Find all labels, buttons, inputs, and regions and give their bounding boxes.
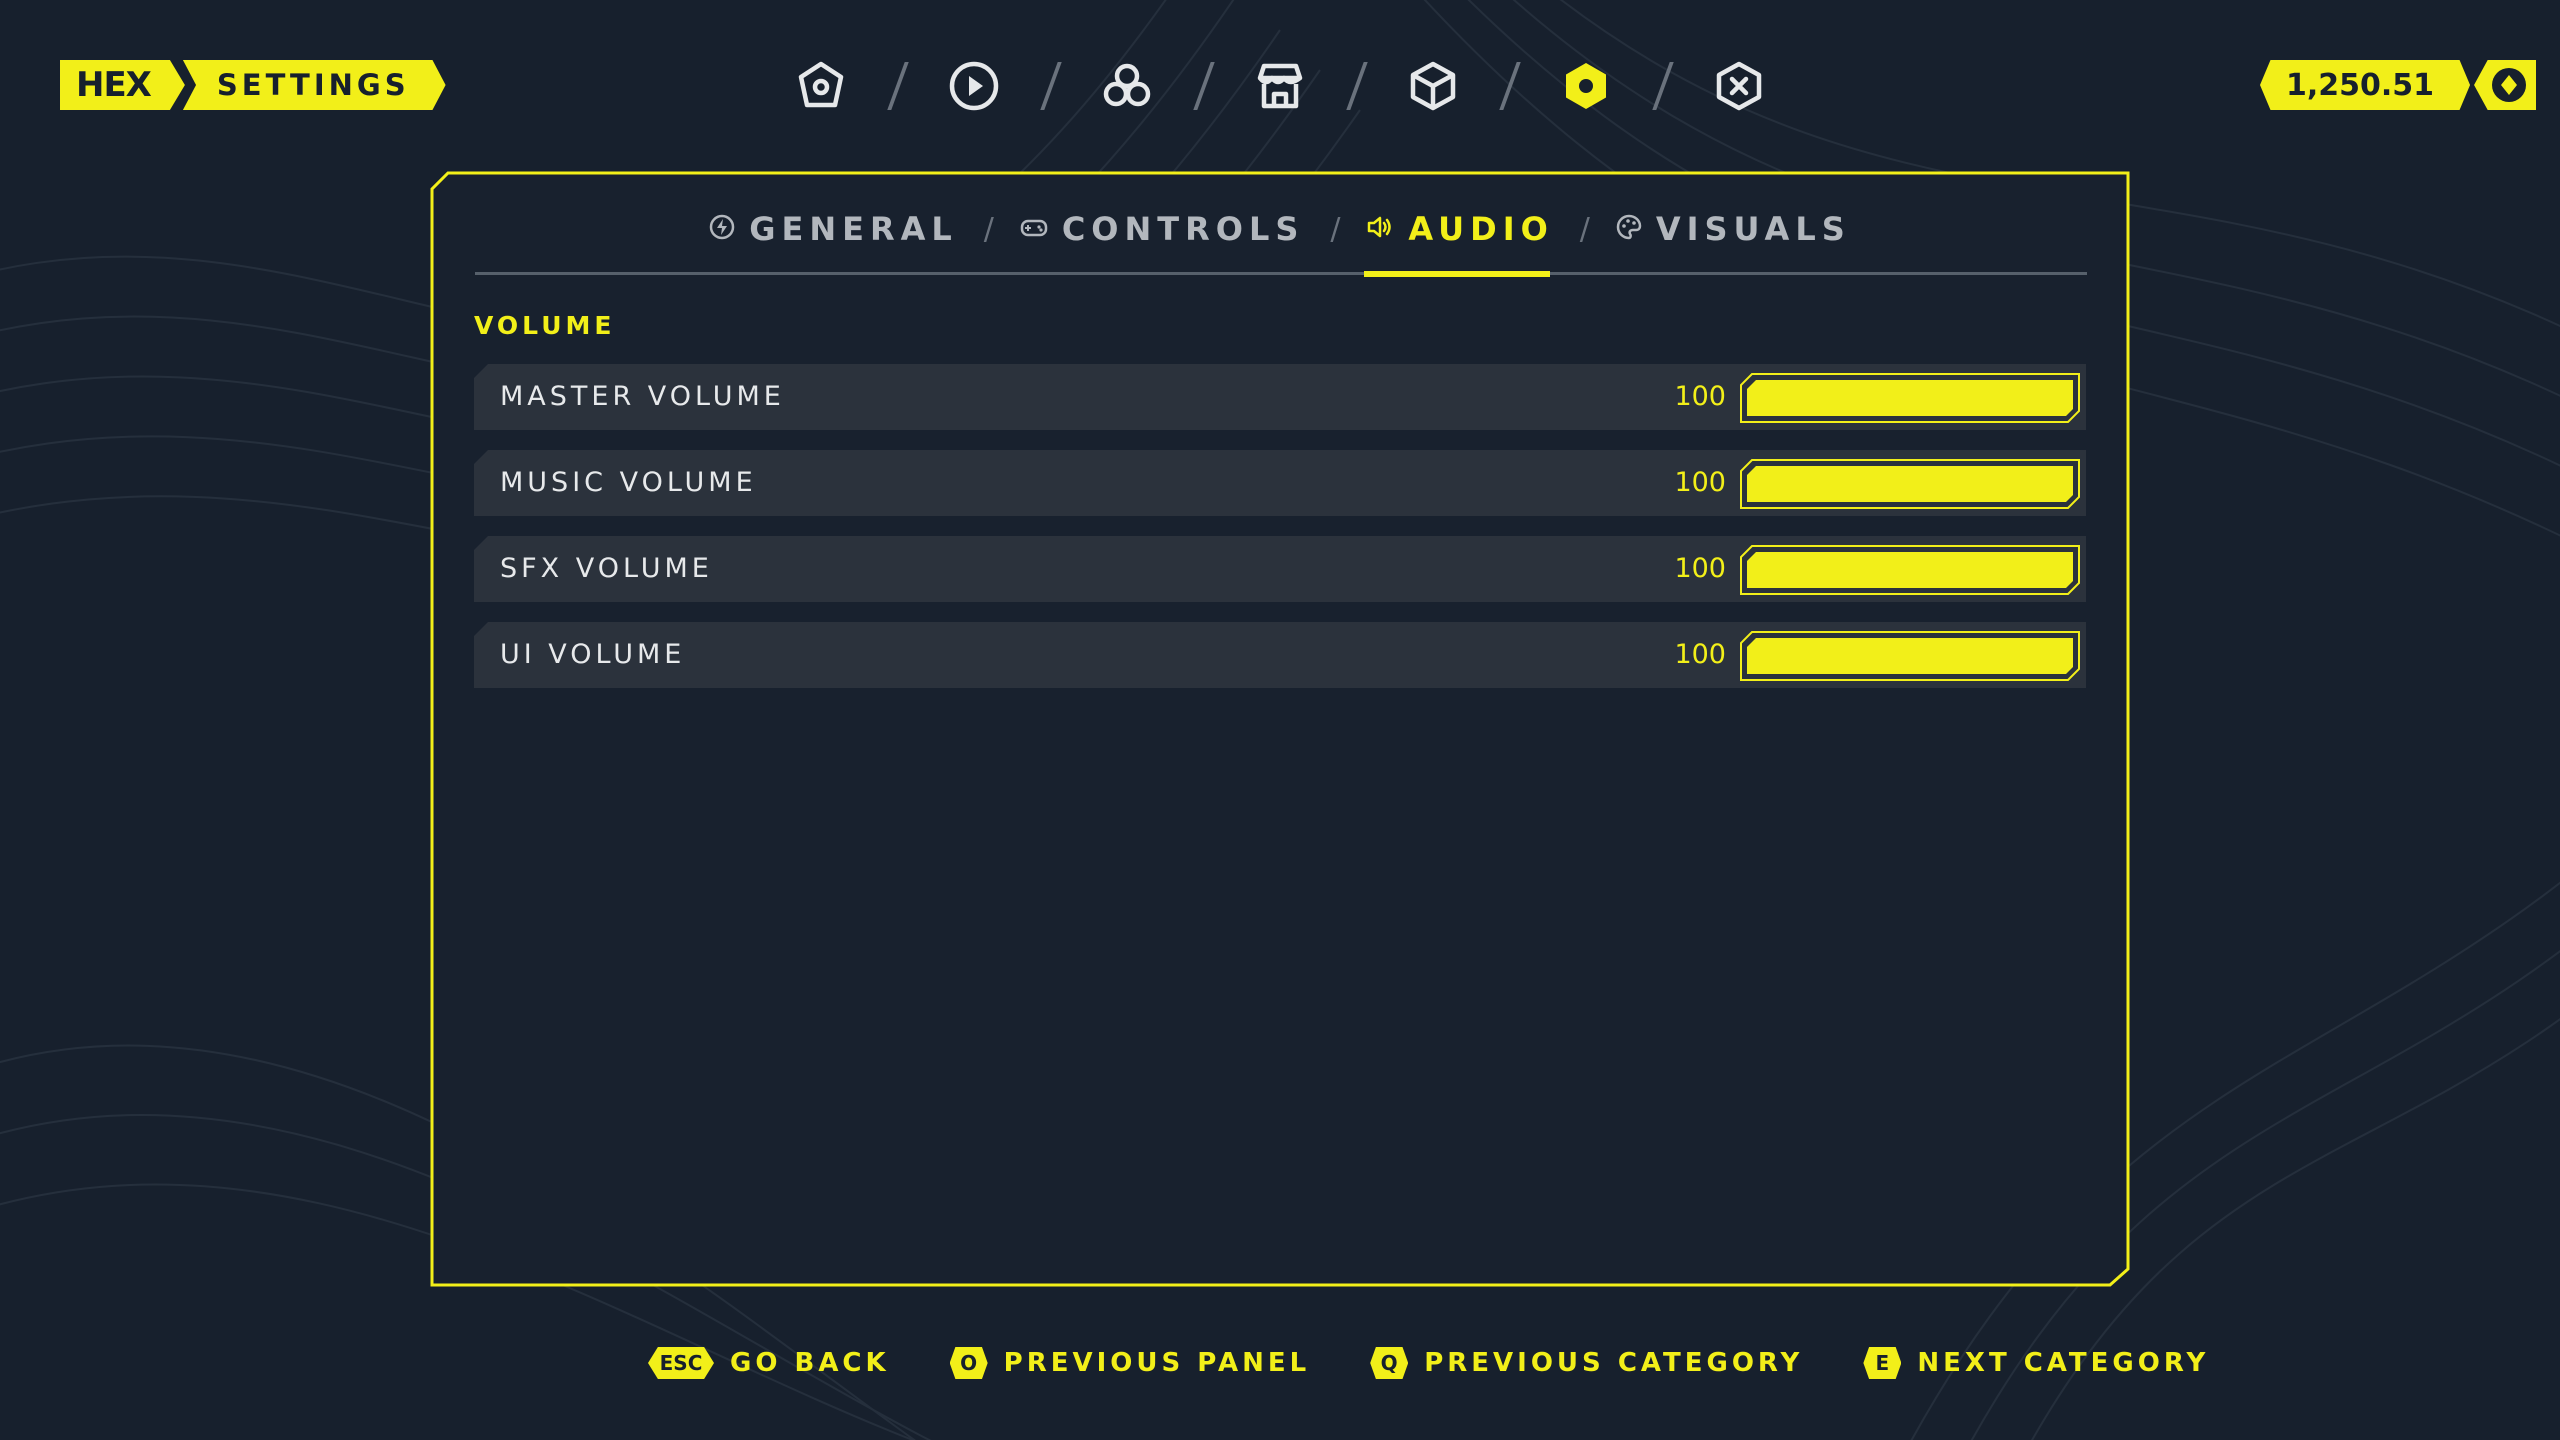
setting-value: 100 — [1674, 381, 1726, 412]
hex-logo: HEX — [60, 60, 185, 110]
community-icon[interactable] — [1096, 55, 1158, 117]
volume-slider-fill — [1747, 380, 2073, 416]
settings-icon[interactable] — [1555, 55, 1617, 117]
volume-settings-list: MASTER VOLUME 100 MUSIC VOLUME 100 SFX V… — [474, 364, 2086, 708]
setting-value: 100 — [1674, 553, 1726, 584]
active-tab-indicator — [1364, 271, 1550, 277]
key-hints-bar: ESC GO BACK O PREVIOUS PANEL Q PREVIOUS … — [648, 1338, 2269, 1388]
speaker-icon — [1366, 210, 1394, 248]
inventory-cube-icon[interactable] — [1402, 55, 1464, 117]
palette-icon — [1616, 210, 1642, 248]
setting-row-master-volume[interactable]: MASTER VOLUME 100 — [474, 364, 2086, 430]
volume-slider[interactable] — [1740, 631, 2080, 681]
tab-controls[interactable]: CONTROLS — [1020, 201, 1305, 257]
currency-display: 1,250.51 — [2260, 60, 2537, 110]
setting-row-ui-volume[interactable]: UI VOLUME 100 — [474, 622, 2086, 688]
coin-icon — [2474, 60, 2537, 110]
hint-next-category[interactable]: E NEXT CATEGORY — [1863, 1347, 2209, 1379]
tab-label: VISUALS — [1655, 210, 1851, 248]
section-title: VOLUME — [474, 311, 616, 340]
hint-previous-category[interactable]: Q PREVIOUS CATEGORY — [1370, 1347, 1803, 1379]
tab-separator: / — [1330, 211, 1341, 247]
tab-general[interactable]: GENERAL — [709, 201, 958, 257]
tab-label: CONTROLS — [1061, 210, 1305, 248]
volume-slider[interactable] — [1740, 373, 2080, 423]
key-badge: E — [1863, 1347, 1902, 1379]
nav-separator — [1158, 55, 1249, 117]
volume-slider[interactable] — [1740, 545, 2080, 595]
tab-separator: / — [983, 211, 994, 247]
settings-panel: GENERAL / CONTROLS / AUDIO / VISUALS VOL… — [430, 171, 2130, 1287]
currency-amount: 1,250.51 — [2260, 60, 2471, 110]
setting-label: MASTER VOLUME — [500, 381, 785, 412]
volume-slider-fill — [1747, 552, 2073, 588]
hint-go-back[interactable]: ESC GO BACK — [648, 1347, 890, 1379]
volume-slider[interactable] — [1740, 459, 2080, 509]
home-icon[interactable] — [790, 55, 852, 117]
nav-separator — [1005, 55, 1096, 117]
key-badge: Q — [1370, 1347, 1409, 1379]
gamepad-icon — [1020, 210, 1048, 248]
nav-separator — [852, 55, 943, 117]
tab-audio[interactable]: AUDIO — [1366, 201, 1553, 257]
page-title: SETTINGS — [182, 60, 446, 110]
setting-value: 100 — [1674, 639, 1726, 670]
tab-label: AUDIO — [1408, 210, 1554, 248]
setting-row-music-volume[interactable]: MUSIC VOLUME 100 — [474, 450, 2086, 516]
hint-label: GO BACK — [730, 1348, 890, 1378]
setting-label: UI VOLUME — [500, 639, 686, 670]
play-icon[interactable] — [943, 55, 1005, 117]
nav-separator — [1464, 55, 1555, 117]
tab-visuals[interactable]: VISUALS — [1616, 201, 1851, 257]
bolt-icon — [709, 210, 735, 248]
store-icon[interactable] — [1249, 55, 1311, 117]
volume-slider-fill — [1747, 466, 2073, 502]
key-badge: O — [949, 1347, 988, 1379]
tab-label: GENERAL — [749, 210, 958, 248]
setting-value: 100 — [1674, 467, 1726, 498]
hint-label: NEXT CATEGORY — [1917, 1348, 2210, 1378]
top-navigation — [790, 55, 1770, 117]
tabs-divider — [475, 272, 2087, 275]
category-tabs: GENERAL / CONTROLS / AUDIO / VISUALS — [430, 201, 2130, 257]
setting-label: MUSIC VOLUME — [500, 467, 757, 498]
setting-row-sfx-volume[interactable]: SFX VOLUME 100 — [474, 536, 2086, 602]
hint-label: PREVIOUS PANEL — [1003, 1348, 1311, 1378]
panel-frame — [430, 171, 2130, 1287]
quit-icon[interactable] — [1708, 55, 1770, 117]
key-badge: ESC — [648, 1347, 714, 1379]
setting-label: SFX VOLUME — [500, 553, 713, 584]
hint-label: PREVIOUS CATEGORY — [1424, 1348, 1804, 1378]
brand-badge: HEX SETTINGS — [60, 60, 446, 110]
volume-slider-fill — [1747, 638, 2073, 674]
tab-separator: / — [1579, 211, 1590, 247]
nav-separator — [1617, 55, 1708, 117]
hint-previous-panel[interactable]: O PREVIOUS PANEL — [949, 1347, 1311, 1379]
nav-separator — [1311, 55, 1402, 117]
